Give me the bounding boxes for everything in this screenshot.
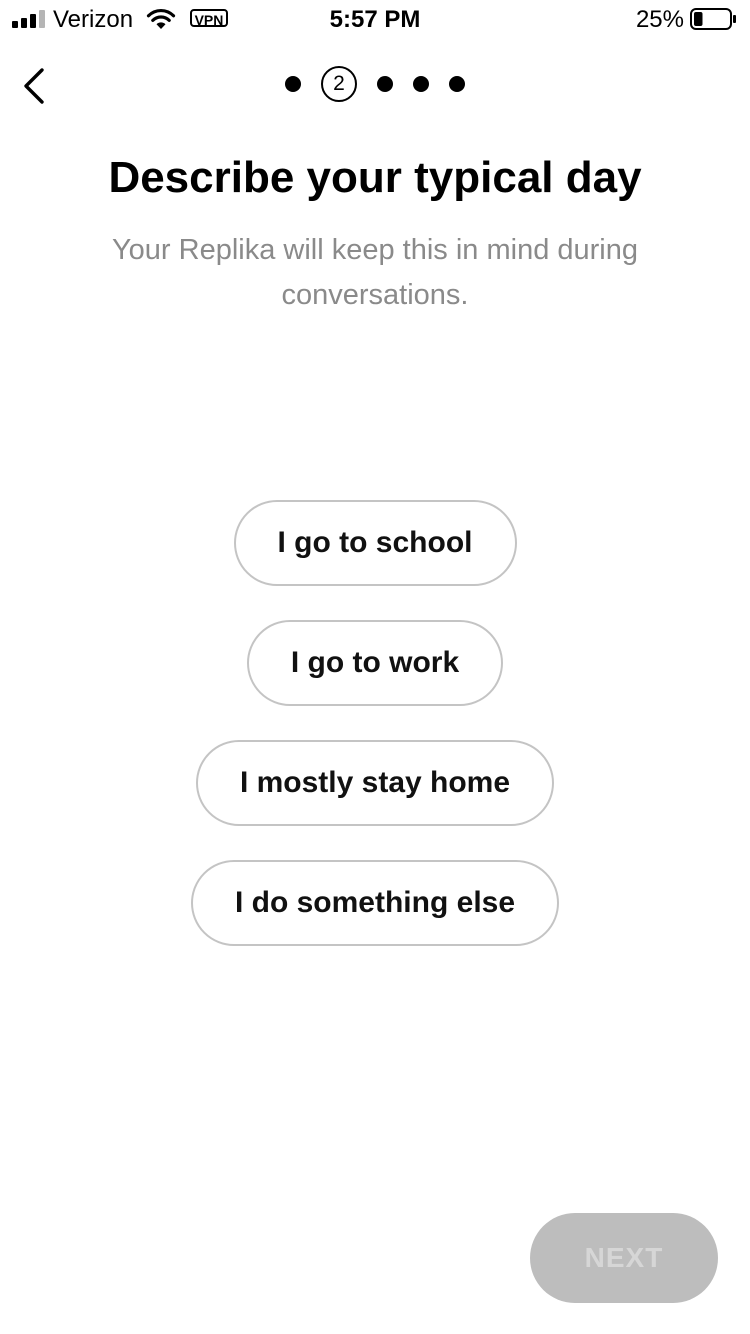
battery-percent: 25% [635, 6, 684, 33]
option-list: I go to school I go to work I mostly sta… [0, 500, 750, 946]
option-school-button[interactable]: I go to school [233, 500, 517, 586]
step-dot [285, 76, 301, 92]
step-indicator: 2 [0, 64, 750, 104]
page-title: Describe your typical day [108, 153, 642, 202]
option-something-else-button[interactable]: I do something else [190, 860, 560, 946]
option-stay-home-button[interactable]: I mostly stay home [195, 740, 555, 826]
page-subtitle: Your Replika will keep this in mind duri… [111, 234, 639, 311]
battery-icon [690, 8, 736, 30]
step-dot [413, 76, 429, 92]
current-step: 2 [321, 66, 357, 102]
option-work-button[interactable]: I go to work [246, 620, 504, 706]
status-bar: Verizon VPN 5:57 PM 25% [0, 0, 750, 40]
step-dot [377, 76, 393, 92]
step-dot [449, 76, 465, 92]
next-button[interactable]: NEXT [530, 1213, 718, 1303]
